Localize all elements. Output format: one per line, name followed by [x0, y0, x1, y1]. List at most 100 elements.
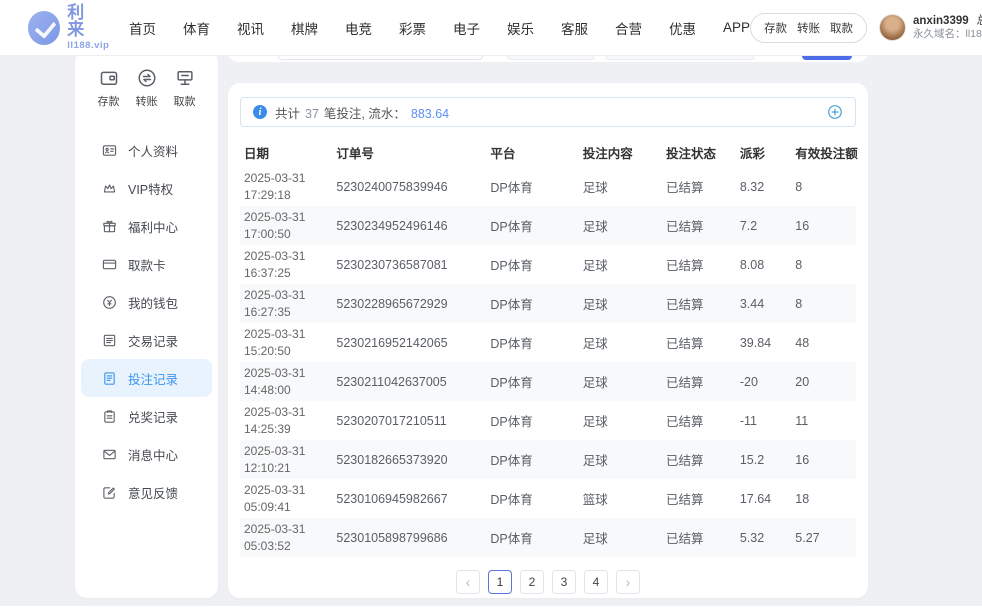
pill-withdraw-button[interactable]: 取款 — [830, 20, 853, 36]
sidebar-item-label: 兑奖记录 — [128, 407, 178, 426]
sidebar-item-label: 意见反馈 — [128, 483, 178, 502]
plus-circle-icon[interactable] — [827, 104, 843, 120]
cell-date: 2025-03-3117:00:50 — [240, 206, 332, 245]
nav-item-sports[interactable]: 体育 — [183, 18, 210, 38]
cell-content: 足球 — [579, 362, 662, 401]
logo-domain: ll188.vip — [67, 41, 111, 51]
summary-text: 共计37笔投注, 流水：883.64 — [275, 103, 449, 122]
nav-item-home[interactable]: 首页 — [129, 18, 156, 38]
content-area: 存款转账取款 个人资料 VIP特权福利中心取款卡我的钱包交易记录投注记录兑奖记录消… — [0, 56, 982, 606]
cell-payout: 7.2 — [736, 206, 791, 245]
sidebar-item-reward-records[interactable]: 兑奖记录 — [81, 397, 212, 435]
cell-platform: DP体育 — [486, 362, 578, 401]
sidebar-item-label: 消息中心 — [128, 445, 178, 464]
cell-platform: DP体育 — [486, 518, 578, 557]
pill-deposit-button[interactable]: 存款 — [764, 20, 787, 36]
nav-item-esports[interactable]: 电竞 — [345, 18, 372, 38]
total-assets: 总资产： 1363.49元 — [977, 14, 982, 28]
nav-item-service[interactable]: 客服 — [561, 18, 588, 38]
bet-records-panel: i 共计37笔投注, 流水：883.64 日期订单号平台投注内容投注状态派彩有效… — [228, 83, 868, 598]
cell-payout: -11 — [736, 401, 791, 440]
cell-order: 5230105898799686 — [332, 518, 486, 557]
welfare-icon — [102, 219, 117, 234]
cell-valid-amount: 20 — [791, 362, 856, 401]
chevron-right-icon[interactable]: › — [616, 570, 640, 594]
cell-order: 5230230736587081 — [332, 245, 486, 284]
page-button-3[interactable]: 3 — [552, 570, 576, 594]
sidebar-item-vip-privilege[interactable]: VIP特权 — [81, 169, 212, 207]
summary-bar: i 共计37笔投注, 流水：883.64 — [240, 97, 856, 127]
cell-content: 足球 — [579, 206, 662, 245]
sidebar-item-welfare-center[interactable]: 福利中心 — [81, 207, 212, 245]
nav-item-partnership[interactable]: 合营 — [615, 18, 642, 38]
sidebar-item-message-center[interactable]: 消息中心 — [81, 435, 212, 473]
cell-content: 足球 — [579, 284, 662, 323]
quick-action-withdraw[interactable]: 取款 — [174, 68, 196, 109]
filter-input[interactable] — [278, 56, 483, 60]
cell-platform: DP体育 — [486, 245, 578, 284]
nav-item-entertainment[interactable]: 娱乐 — [507, 18, 534, 38]
filter-search-button[interactable] — [802, 56, 852, 60]
cell-date: 2025-03-3116:37:25 — [240, 245, 332, 284]
table-header-row: 日期订单号平台投注内容投注状态派彩有效投注额 — [240, 137, 856, 167]
nav-item-live-video[interactable]: 视讯 — [237, 18, 264, 38]
nav-item-app[interactable]: APP — [723, 20, 750, 35]
page-button-2[interactable]: 2 — [520, 570, 544, 594]
column-header: 投注状态 — [662, 137, 736, 167]
cell-order: 5230234952496146 — [332, 206, 486, 245]
top-header: 利来 ll188.vip 首页 体育 视讯 棋牌 电竞 彩票 电子 娱乐 客服 合营 优惠 APP 存… — [0, 0, 982, 56]
cell-content: 足球 — [579, 167, 662, 206]
cell-payout: 39.84 — [736, 323, 791, 362]
user-info: anxin3399 总资产： 1363.49元 永久域名：ll188.vip |… — [913, 14, 982, 42]
withdraw-icon — [175, 68, 195, 88]
cell-valid-amount: 5.27 — [791, 518, 856, 557]
feedback-icon — [102, 485, 117, 500]
info-icon: i — [253, 105, 267, 119]
sidebar-item-transaction-records[interactable]: 交易记录 — [81, 321, 212, 359]
sidebar-item-bet-records[interactable]: 投注记录 — [81, 359, 212, 397]
filter-label — [242, 56, 268, 60]
sidebar-item-label: 个人资料 — [128, 141, 178, 160]
cell-date: 2025-03-3105:09:41 — [240, 479, 332, 518]
nav-item-slots[interactable]: 电子 — [453, 18, 480, 38]
sidebar-item-label: 我的钱包 — [128, 293, 178, 312]
table-row: 2025-03-3114:48:005230211042637005DP体育足球… — [240, 362, 856, 401]
sidebar-item-label: 投注记录 — [128, 369, 178, 388]
cell-status: 已结算 — [662, 518, 736, 557]
column-header: 日期 — [240, 137, 332, 167]
table-row: 2025-03-3116:27:355230228965672929DP体育足球… — [240, 284, 856, 323]
pill-transfer-button[interactable]: 转账 — [797, 20, 820, 36]
filter-date-range[interactable] — [605, 56, 755, 60]
filter-select[interactable] — [507, 56, 595, 60]
site-logo[interactable]: 利来 ll188.vip — [28, 4, 111, 51]
table-row: 2025-03-3117:00:505230234952496146DP体育足球… — [240, 206, 856, 245]
column-header: 投注内容 — [579, 137, 662, 167]
cell-platform: DP体育 — [486, 167, 578, 206]
cell-content: 足球 — [579, 323, 662, 362]
table-row: 2025-03-3105:03:525230105898799686DP体育足球… — [240, 518, 856, 557]
cell-status: 已结算 — [662, 206, 736, 245]
quick-action-label: 取款 — [174, 93, 196, 109]
avatar[interactable] — [879, 14, 906, 41]
cell-valid-amount: 48 — [791, 323, 856, 362]
sidebar-item-feedback[interactable]: 意见反馈 — [81, 473, 212, 511]
sidebar-item-withdraw-card[interactable]: 取款卡 — [81, 245, 212, 283]
quick-action-deposit[interactable]: 存款 — [98, 68, 120, 109]
table-row: 2025-03-3115:20:505230216952142065DP体育足球… — [240, 323, 856, 362]
quick-action-transfer[interactable]: 转账 — [136, 68, 158, 109]
sidebar-item-my-wallet[interactable]: 我的钱包 — [81, 283, 212, 321]
page-button-4[interactable]: 4 — [584, 570, 608, 594]
header-quick-actions: 存款转账取款 — [750, 13, 867, 43]
bet-count: 37 — [305, 107, 319, 121]
nav-item-lottery[interactable]: 彩票 — [399, 18, 426, 38]
cell-valid-amount: 8 — [791, 167, 856, 206]
nav-item-chess[interactable]: 棋牌 — [291, 18, 318, 38]
cell-valid-amount: 8 — [791, 284, 856, 323]
sidebar-item-profile[interactable]: 个人资料 — [81, 131, 212, 169]
page-button-1[interactable]: 1 — [488, 570, 512, 594]
filter-card — [228, 56, 868, 62]
wallet-icon — [102, 295, 117, 310]
nav-item-promo[interactable]: 优惠 — [669, 18, 696, 38]
chevron-left-icon[interactable]: ‹ — [456, 570, 480, 594]
cell-date: 2025-03-3105:03:52 — [240, 518, 332, 557]
